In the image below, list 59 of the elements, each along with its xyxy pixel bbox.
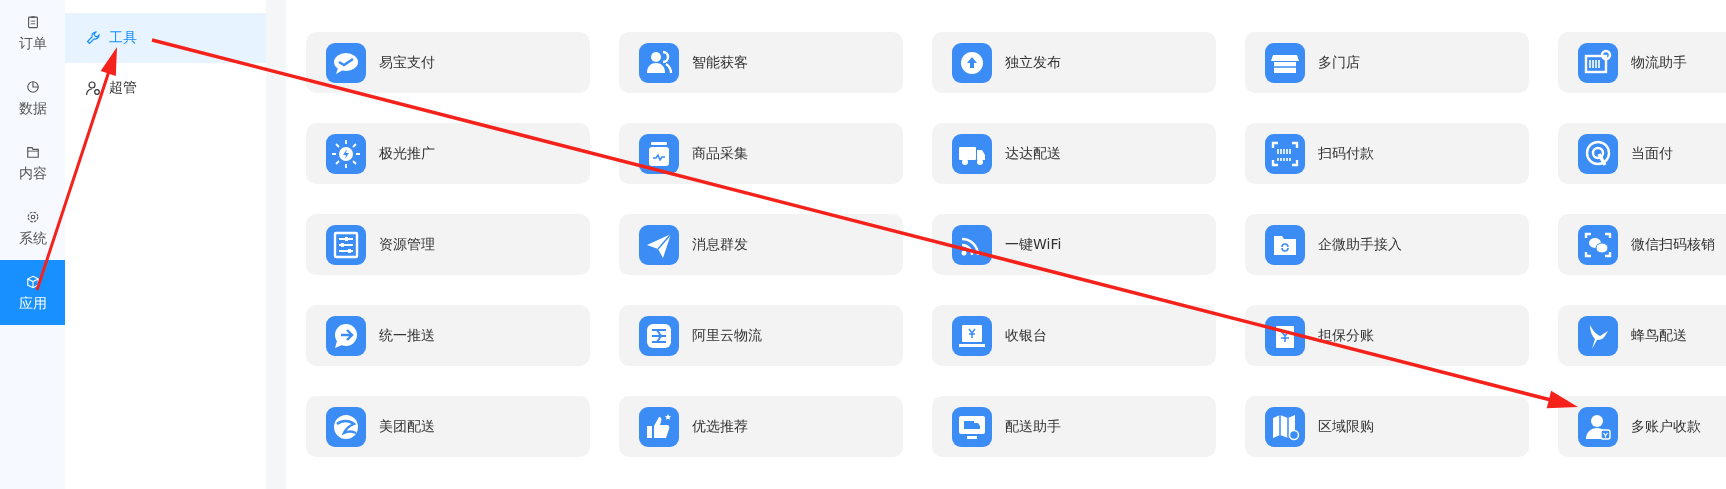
app-card[interactable]: 易宝支付 [306,32,590,93]
app-card[interactable]: 配送助手 [932,396,1216,457]
paper-plane-icon [639,224,679,265]
menu-item[interactable]: 超管 [65,63,266,113]
barcode-search-icon [1578,42,1618,83]
settings-icon [25,209,40,224]
app-card[interactable]: 资源管理 [306,214,590,275]
app-card[interactable]: 商品采集 [619,123,903,184]
app-card[interactable]: 极光推广 [306,123,590,184]
truck-icon [952,133,992,174]
app-card[interactable]: 多账户收款 [1558,396,1726,457]
thumbs-up-icon [639,406,679,447]
app-card[interactable]: 独立发布 [932,32,1216,93]
sliders-icon [326,224,366,265]
wrench-icon [85,30,101,46]
arrow-bubble-icon [326,315,366,356]
app-card[interactable]: 区域限购 [1245,396,1529,457]
nav-item[interactable]: 数据 [0,65,65,130]
nav-item[interactable]: 内容 [0,130,65,195]
app-card[interactable]: 微信扫码核销 [1558,214,1726,275]
app-card[interactable]: 多门店 [1245,32,1529,93]
wifi-icon [952,224,992,265]
jar-icon [639,133,679,174]
app-card[interactable]: 扫码付款 [1245,123,1529,184]
map-icon [1265,406,1305,447]
bird-icon [1578,315,1618,356]
app-card[interactable]: 蜂鸟配送 [1558,305,1726,366]
pie-chart-icon [25,79,40,94]
app-card[interactable]: 一键WiFi [932,214,1216,275]
app-card[interactable]: 统一推送 [306,305,590,366]
cash-register-icon [952,315,992,356]
app-card[interactable]: 企微助手接入 [1245,214,1529,275]
clipboard-icon [25,14,40,29]
upload-icon [952,42,992,83]
swoosh-icon [326,406,366,447]
receipt-icon [1265,315,1305,356]
app-card[interactable]: 达达配送 [932,123,1216,184]
app-card[interactable]: 阿里云物流 [619,305,903,366]
app-card[interactable]: 美团配送 [306,396,590,457]
app-card[interactable]: 当面付 [1558,123,1726,184]
app-card[interactable]: 智能获客 [619,32,903,93]
chat-bubble-icon [326,42,366,83]
chat-scan-icon [1578,224,1618,265]
scan-icon [1265,133,1305,174]
target-icon [1578,133,1618,174]
app-card[interactable]: 物流助手 [1558,32,1726,93]
storefront-icon [1265,42,1305,83]
app-card[interactable]: 优选推荐 [619,396,903,457]
app-card[interactable]: 收银台 [932,305,1216,366]
sun-bolt-icon [326,133,366,174]
folder-icon [1265,224,1305,265]
nav-item[interactable]: 订单 [0,0,65,65]
app-card[interactable]: 消息群发 [619,214,903,275]
cube-icon [25,274,40,289]
users-icon [639,42,679,83]
nav-item[interactable]: 系统 [0,195,65,260]
folder-icon [25,144,40,159]
user-download-icon [1578,406,1618,447]
user-gear-icon [85,80,101,96]
